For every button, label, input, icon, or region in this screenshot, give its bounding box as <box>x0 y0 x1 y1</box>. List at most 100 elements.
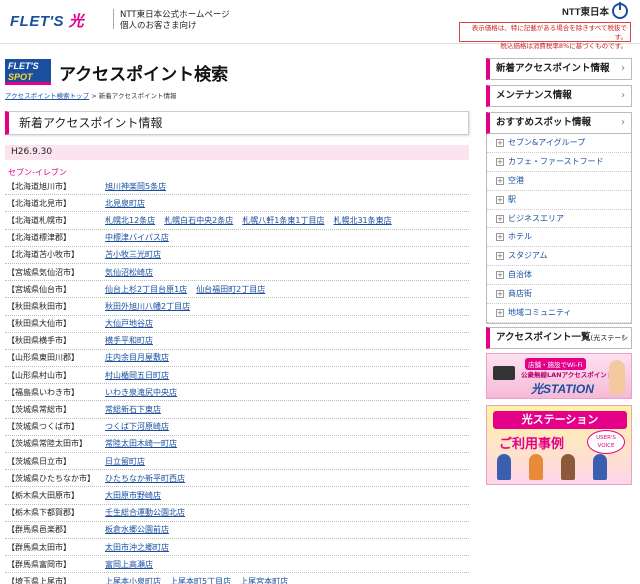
breadcrumb-separator: > <box>91 92 97 100</box>
site-line-2: 個人のお客さま向け <box>120 21 197 31</box>
sidebar-spot-item[interactable]: + 自治体 <box>487 266 631 286</box>
sidebar-ap-list-button[interactable]: アクセスポイント一覧(光ステーション) › <box>486 327 632 362</box>
store-link[interactable]: 壬生総合運動公園北店 <box>105 507 185 518</box>
plus-icon: + <box>496 252 504 261</box>
title-row: FLET'S SPOT アクセスポイント検索 <box>5 58 228 86</box>
store-link[interactable]: 日立留町店 <box>105 456 145 467</box>
store-link[interactable]: ひたちなか新平町西店 <box>105 473 185 484</box>
breadcrumb-home-link[interactable]: アクセスポイント検索トップ <box>5 92 89 100</box>
sidebar-spot-label: カフェ・ファーストフード <box>508 156 604 166</box>
store-links: 苫小牧三光町店 <box>105 249 161 260</box>
store-link[interactable]: 仙台福田町2丁目店 <box>196 284 265 295</box>
table-row: 【北海道旭川市】 旭川神楽岡5条店 <box>5 178 469 196</box>
hikari-station-banner[interactable]: 店舗・施設でWi-Fi 公衆無線LANアクセスポイント 光STATION <box>486 353 632 399</box>
table-row: 【北海道標津郡】 中標津バイパス店 <box>5 230 469 247</box>
sidebar-ap-list: アクセスポイント一覧(光ステーション) › <box>486 327 632 362</box>
plus-icon: + <box>496 157 504 166</box>
sidebar-spot-item[interactable]: + 地域コミュニティ <box>487 304 631 323</box>
store-link[interactable]: 常陸太田木崎一町店 <box>105 438 177 449</box>
store-link[interactable]: 仙台上杉2丁目台原1店 <box>105 284 187 295</box>
store-link[interactable]: 太田市沖之郷町店 <box>105 542 169 553</box>
store-link[interactable]: 板倉水郷公園前店 <box>105 524 169 535</box>
breadcrumb-current: 新着アクセスポイント情報 <box>98 92 177 100</box>
sidebar-spot-item[interactable]: + セブン&アイグループ <box>487 134 631 153</box>
table-row: 【埼玉県上尾市】 上尾本小泉町店 上尾本町5丁目店 上尾宮本町店 <box>5 573 469 584</box>
prefecture-label: 【宮城県気仙沼市】 <box>7 267 79 277</box>
store-links: いわき泉滝尻中央店 <box>105 387 177 398</box>
person-illustration <box>561 454 575 480</box>
store-link[interactable]: 苫小牧三光町店 <box>105 249 161 260</box>
sidebar-spot-item[interactable]: + 空港 <box>487 172 631 191</box>
prefecture-label: 【山形県東田川郡】 <box>7 353 79 363</box>
sidebar-spot-item[interactable]: + ホテル <box>487 228 631 248</box>
person-illustration <box>497 454 511 480</box>
sidebar-new-info-button[interactable]: 新着アクセスポイント情報 › <box>486 58 632 80</box>
prefecture-label: 【北海道札幌市】 <box>7 215 71 225</box>
store-link[interactable]: つくば下河原崎店 <box>105 421 169 432</box>
sidebar-spot-label: セブン&アイグループ <box>508 137 586 147</box>
router-icon <box>493 366 515 380</box>
section-title: 新着アクセスポイント情報 <box>5 111 469 135</box>
prefecture-label: 【群馬県邑楽郡】 <box>7 525 71 535</box>
breadcrumb: アクセスポイント検索トップ > 新着アクセスポイント情報 <box>5 90 176 100</box>
store-link[interactable]: 札幌北31条東店 <box>333 215 391 226</box>
plus-icon: + <box>496 290 504 299</box>
sidebar-spot-item[interactable]: + 商店街 <box>487 285 631 305</box>
ntt-east-logo[interactable]: NTT東日本 <box>562 2 628 19</box>
person-illustration <box>529 454 543 480</box>
table-row: 【茨城県常陸太田市】 常陸太田木崎一町店 <box>5 436 469 453</box>
store-links: 板倉水郷公園前店 <box>105 524 169 535</box>
store-link[interactable]: 札幌北12条店 <box>105 215 155 226</box>
sidebar-spot-item[interactable]: + カフェ・ファーストフード <box>487 153 631 172</box>
store-links: 旭川神楽岡5条店 <box>105 181 166 192</box>
store-link[interactable]: 上尾宮本町店 <box>240 576 288 584</box>
sidebar-spot-item[interactable]: + スタジアム <box>487 247 631 267</box>
store-link[interactable]: 常総新石下東店 <box>105 404 161 415</box>
banner2-title: 光ステーション <box>493 411 627 429</box>
table-row: 【北海道札幌市】 札幌北12条店 札幌白石中央2条店 札幌八軒1条東1丁目店 札幌北31… <box>5 212 469 230</box>
store-link[interactable]: 大仙戸地谷店 <box>105 318 153 329</box>
sidebar-spot-item[interactable]: + 駅 <box>487 191 631 210</box>
store-link[interactable]: 北見泉町店 <box>105 198 145 209</box>
store-link[interactable]: 札幌白石中央2条店 <box>164 215 233 226</box>
store-link[interactable]: 庄内余目月屋敷店 <box>105 352 169 363</box>
hikari-logo-text: 光 <box>68 13 85 30</box>
usage-examples-banner[interactable]: 光ステーション ご利用事例 USER'S VOICE <box>486 405 632 485</box>
sidebar-spot-item[interactable]: + ビジネスエリア <box>487 210 631 229</box>
store-links: 北見泉町店 <box>105 198 145 209</box>
store-links: 中標津バイパス店 <box>105 232 169 243</box>
store-link[interactable]: 上尾本小泉町店 <box>105 576 161 584</box>
sidebar-new-info-label: 新着アクセスポイント情報 <box>496 63 610 74</box>
store-link[interactable]: 上尾本町5丁目店 <box>170 576 231 584</box>
prefecture-label: 【茨城県ひたちなか市】 <box>7 473 95 483</box>
store-links: 庄内余目月屋敷店 <box>105 352 169 363</box>
person-illustration <box>593 454 607 480</box>
store-link[interactable]: 気仙沼松崎店 <box>105 267 153 278</box>
table-row: 【群馬県邑楽郡】 板倉水郷公園前店 <box>5 522 469 539</box>
table-row: 【茨城県ひたちなか市】 ひたちなか新平町西店 <box>5 470 469 488</box>
store-links: 大田原市野崎店 <box>105 490 161 501</box>
store-links: 日立留町店 <box>105 456 145 467</box>
store-links: 仙台上杉2丁目台原1店 仙台福田町2丁目店 <box>105 284 265 295</box>
table-row: 【茨城県日立市】 日立留町店 <box>5 453 469 471</box>
store-link[interactable]: 札幌八軒1条東1丁目店 <box>242 215 324 226</box>
table-row: 【秋田県横手市】 横手平和町店 <box>5 333 469 350</box>
plus-icon: + <box>496 214 504 223</box>
store-link[interactable]: 富岡上高瀬店 <box>105 559 153 570</box>
sidebar-recommended-button[interactable]: おすすめスポット情報 › <box>486 112 632 134</box>
store-link[interactable]: 村山楯岡五日町店 <box>105 370 169 381</box>
flets-hikari-logo[interactable]: FLET'S 光 <box>10 10 84 31</box>
ntt-logo-text: NTT東日本 <box>562 7 609 18</box>
table-row: 【栃木県大田原市】 大田原市野崎店 <box>5 487 469 505</box>
store-link[interactable]: 中標津バイパス店 <box>105 232 169 243</box>
store-link[interactable]: 横手平和町店 <box>105 335 153 346</box>
store-link[interactable]: 旭川神楽岡5条店 <box>105 181 166 192</box>
store-link[interactable]: 大田原市野崎店 <box>105 490 161 501</box>
chevron-right-icon: › <box>621 117 625 128</box>
store-link[interactable]: いわき泉滝尻中央店 <box>105 387 177 398</box>
plus-icon: + <box>496 233 504 242</box>
sidebar-maintenance-button[interactable]: メンテナンス情報 › <box>486 85 632 107</box>
plus-icon: + <box>496 308 504 317</box>
store-link[interactable]: 秋田外旭川八幡2丁目店 <box>105 301 190 312</box>
store-links: 壬生総合運動公園北店 <box>105 507 185 518</box>
